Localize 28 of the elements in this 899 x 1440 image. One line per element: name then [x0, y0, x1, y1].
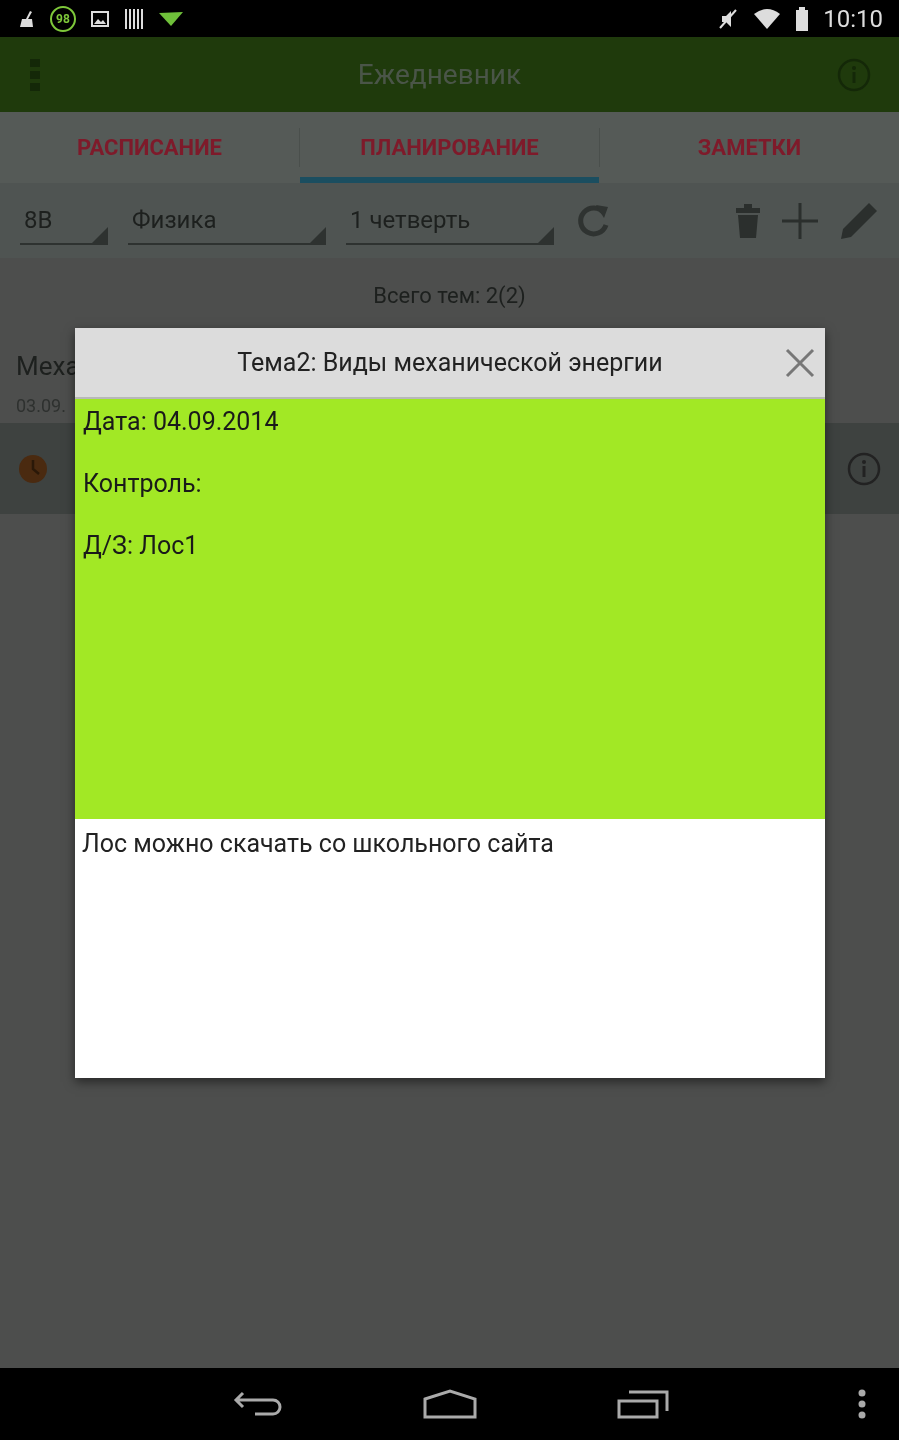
detail-line: Д/З: Лос1 — [83, 531, 200, 561]
plus-icon[interactable] — [781, 201, 819, 240]
close-icon[interactable] — [785, 347, 815, 378]
wifi-icon — [753, 7, 782, 30]
barcode-icon — [124, 7, 144, 30]
trash-icon[interactable] — [735, 203, 761, 238]
battery-saver-badge: 98 — [50, 5, 76, 32]
dropdown-arrow-icon — [92, 226, 108, 243]
note-text: Лос можно скачать со школьного сайта — [82, 828, 555, 860]
detail-line: Дата: 04.09.2014 — [83, 407, 280, 437]
detail-line: Контроль: — [83, 469, 203, 499]
app-title: Ежедневник — [356, 56, 523, 93]
dropdown-arrow-icon — [538, 226, 554, 243]
overflow-menu-icon[interactable] — [856, 1389, 868, 1419]
tab[interactable]: ЗАМЕТКИ — [600, 112, 899, 183]
recent-apps-icon[interactable] — [617, 1389, 669, 1419]
back-icon[interactable] — [233, 1389, 283, 1419]
clock-time: 10:10 — [823, 3, 883, 35]
tab[interactable]: РАСПИСАНИЕ — [0, 112, 299, 183]
dialog-title: Тема2: Виды механической энергии — [236, 346, 664, 379]
dropdown-arrow-icon — [310, 226, 326, 243]
mute-icon — [717, 7, 740, 30]
image-icon — [90, 8, 110, 29]
pencil-icon[interactable] — [839, 200, 879, 241]
battery-icon — [795, 6, 810, 31]
home-icon[interactable] — [423, 1389, 477, 1419]
info-icon[interactable] — [847, 451, 881, 486]
clock-icon — [18, 453, 48, 484]
